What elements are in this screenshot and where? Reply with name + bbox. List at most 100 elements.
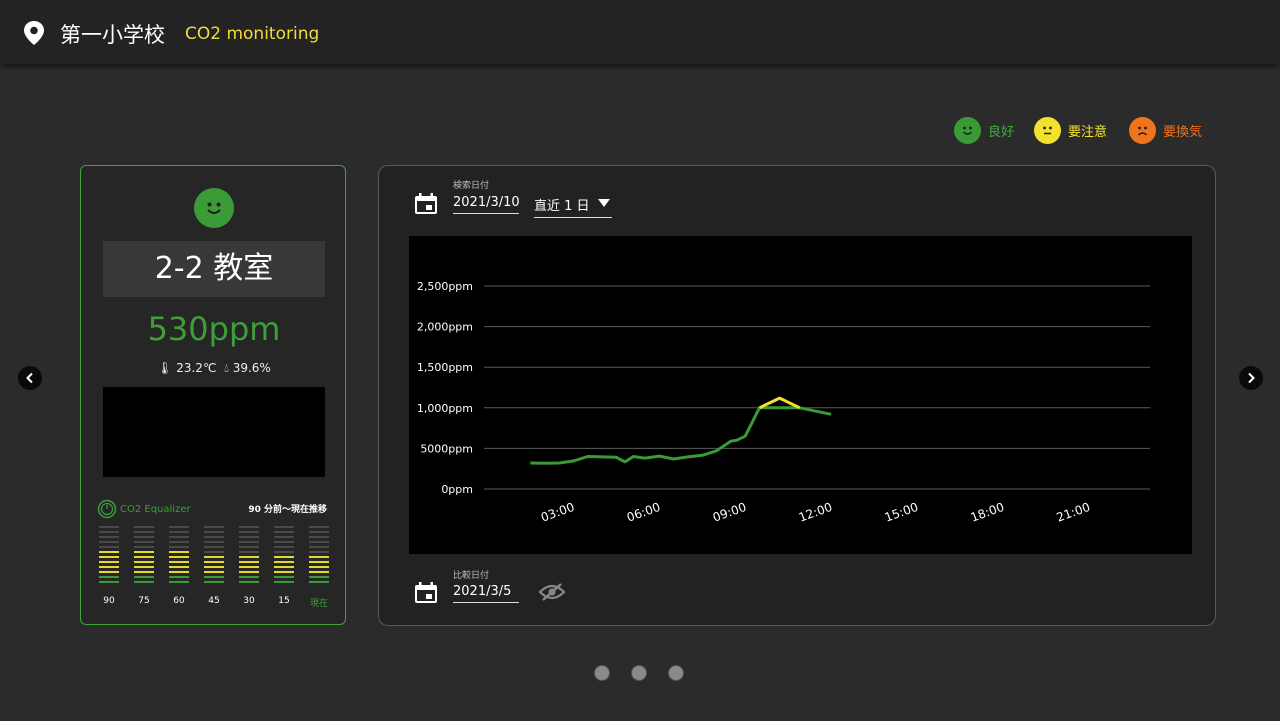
equalizer-segment (309, 531, 329, 533)
equalizer-segment (204, 576, 224, 578)
equalizer-segment (239, 526, 259, 528)
equalizer-segment (99, 571, 119, 573)
equalizer-segment (239, 546, 259, 548)
equalizer-tick: 現在 (309, 599, 328, 609)
equalizer-note: 90 分前～現在推移 (248, 505, 327, 515)
y-tick-label: 2,500ppm (417, 280, 473, 293)
compare-calendar-icon[interactable] (414, 582, 438, 604)
equalizer-segment (169, 531, 189, 533)
equalizer-segment (204, 546, 224, 548)
equalizer-segment (99, 561, 119, 563)
equalizer-segment (274, 581, 294, 583)
caret-down-icon (598, 199, 610, 207)
y-tick-label: 1,000ppm (417, 402, 473, 415)
equalizer-tick: 90 (103, 596, 115, 606)
equalizer-segment (239, 541, 259, 543)
equalizer-segment (309, 581, 329, 583)
next-button[interactable] (1239, 366, 1263, 390)
equalizer-segment (274, 546, 294, 548)
equalizer-segment (169, 576, 189, 578)
equalizer-segment (204, 561, 224, 563)
room-name: 2-2 教室 (103, 241, 325, 297)
legend-ventilate: 要換気 (1129, 116, 1202, 144)
equalizer-title: CO2 Equalizer (97, 499, 191, 519)
pager-dot[interactable] (631, 665, 647, 681)
equalizer-bars (99, 526, 339, 588)
equalizer-segment (204, 541, 224, 543)
humidity-drop-icon: 💧︎ (224, 361, 229, 375)
equalizer-segment (309, 546, 329, 548)
equalizer-segment (169, 551, 189, 553)
equalizer-segment (309, 556, 329, 558)
equalizer-segment (239, 571, 259, 573)
equalizer-column (169, 526, 189, 586)
equalizer-segment (134, 556, 154, 558)
series-line (530, 406, 832, 465)
y-tick-label: 0ppm (441, 483, 473, 496)
x-tick-label: 03:00 (539, 500, 576, 525)
equalizer-segment (274, 551, 294, 553)
equalizer-segment (134, 576, 154, 578)
equalizer-segment (99, 581, 119, 583)
search-date-field[interactable]: 2021/3/10 (453, 195, 520, 214)
equalizer-segment (204, 581, 224, 583)
equalizer-column (274, 526, 294, 586)
timer-icon (97, 499, 117, 519)
location-pin-icon (24, 21, 44, 45)
humidity-value: 39.6% (232, 361, 271, 375)
previous-button[interactable] (18, 366, 42, 390)
equalizer-segment (134, 536, 154, 538)
equalizer-segment (99, 526, 119, 528)
equalizer-segment (204, 531, 224, 533)
x-tick-label: 18:00 (969, 500, 1006, 525)
equalizer-segment (134, 531, 154, 533)
legend-good: 良好 (954, 116, 1014, 144)
pager-dot[interactable] (668, 665, 684, 681)
equalizer-segment (239, 561, 259, 563)
equalizer-segment (99, 566, 119, 568)
pager-dot[interactable] (594, 665, 610, 681)
calendar-icon[interactable] (414, 193, 438, 215)
equalizer-segment (169, 581, 189, 583)
range-select[interactable]: 直近 1 日 (534, 195, 612, 218)
status-legend: 良好 要注意 要換気 (954, 116, 1214, 144)
chart-svg: 0ppm 5000ppm 1,000ppm 1,500ppm 2,000ppm 2,500… (417, 280, 1150, 525)
equalizer-segment (169, 561, 189, 563)
equalizer-segment (309, 576, 329, 578)
room-card[interactable]: 2-2 教室 530ppm 🌡︎ 23.2℃ 💧︎ 39.6% CO2 Equa… (80, 165, 346, 625)
temperature-value: 23.2℃ (176, 361, 217, 375)
equalizer-segment (309, 571, 329, 573)
equalizer-segment (99, 576, 119, 578)
equalizer-segment (274, 576, 294, 578)
compare-date-field[interactable]: 2021/3/5 (453, 584, 519, 603)
equalizer-tick: 60 (173, 596, 185, 606)
equalizer-segment (134, 551, 154, 553)
legend-ventilate-label: 要換気 (1163, 124, 1203, 140)
equalizer-segment (274, 556, 294, 558)
equalizer-segment (204, 526, 224, 528)
equalizer-segment (99, 556, 119, 558)
equalizer-segment (169, 571, 189, 573)
equalizer-segment (309, 536, 329, 538)
school-name: 第一小学校 (60, 23, 165, 47)
equalizer-segment (239, 566, 259, 568)
equalizer-segment (169, 546, 189, 548)
video-area (103, 387, 325, 477)
equalizer-segment (134, 526, 154, 528)
x-tick-label: 09:00 (711, 500, 748, 525)
compare-date-label: 比較日付 (453, 571, 490, 581)
pager (594, 665, 694, 681)
eye-off-icon[interactable] (538, 582, 566, 602)
equalizer-segment (309, 566, 329, 568)
equalizer-segment (239, 556, 259, 558)
equalizer-segment (134, 581, 154, 583)
y-tick-label: 2,000ppm (417, 321, 473, 334)
equalizer-tick: 15 (278, 596, 290, 606)
equalizer-segment (274, 571, 294, 573)
co2-line-chart: 0ppm 5000ppm 1,000ppm 1,500ppm 2,000ppm 2,500… (409, 236, 1192, 554)
equalizer-segment (169, 536, 189, 538)
equalizer-segment (134, 546, 154, 548)
equalizer-segment (274, 561, 294, 563)
legend-caution-label: 要注意 (1068, 124, 1108, 140)
status-smile-icon (194, 188, 234, 228)
